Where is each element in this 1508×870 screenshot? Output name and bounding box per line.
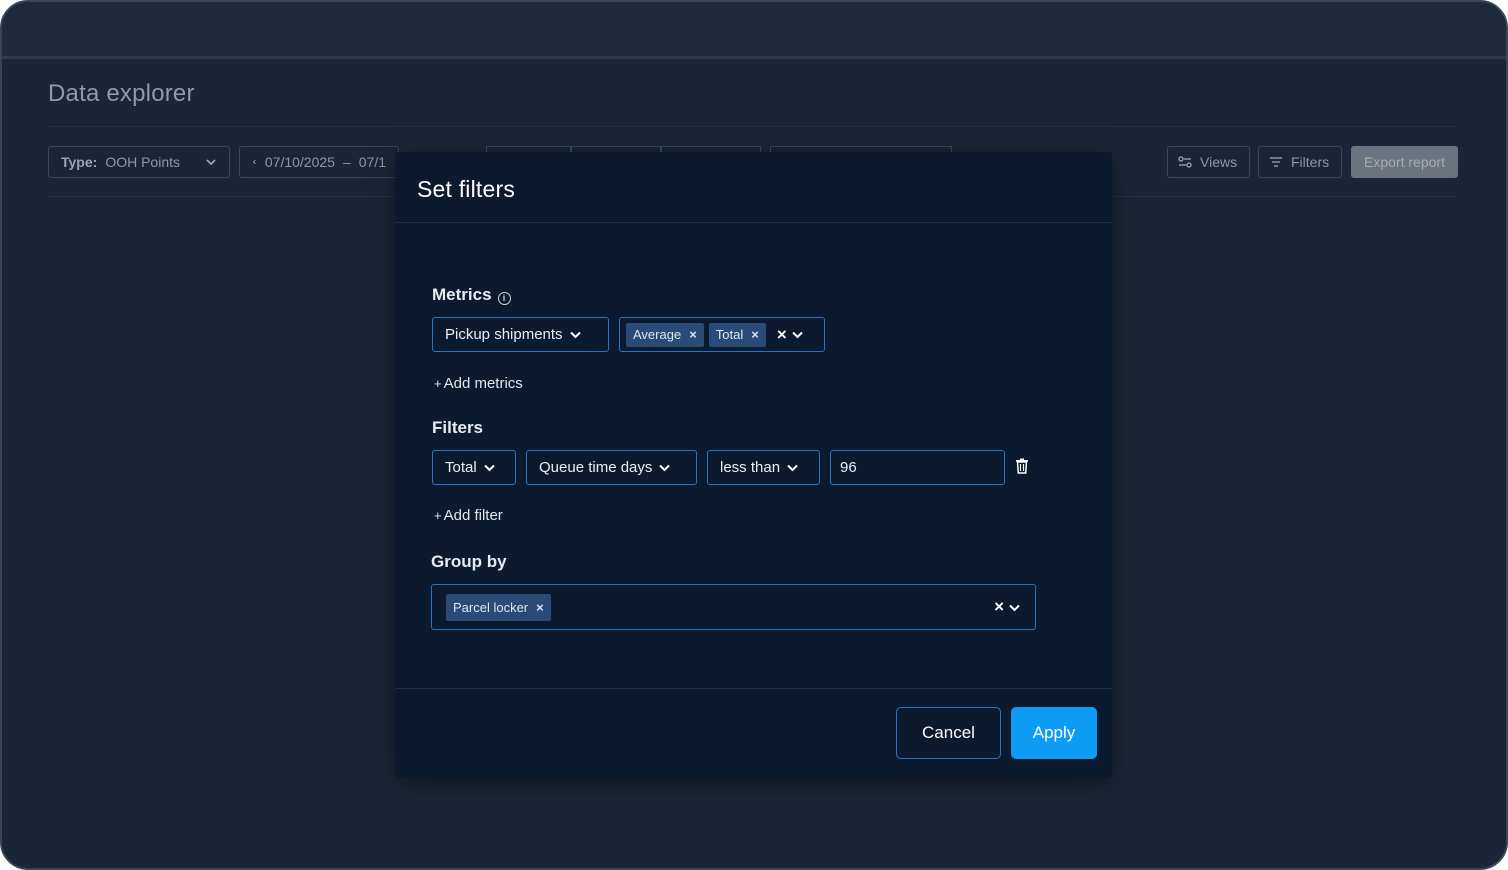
chip-label: Total	[715, 327, 744, 342]
title-divider	[48, 126, 1456, 127]
page-title: Data explorer	[48, 80, 195, 107]
add-filter-label: Add filter	[443, 507, 503, 524]
modal-footer	[395, 688, 1112, 778]
plus-icon: +	[434, 376, 442, 391]
apply-button[interactable]: Apply	[1011, 707, 1097, 759]
date-end: 07/1	[358, 154, 386, 170]
aggregation-multiselect[interactable]: Average × Total × ×	[619, 317, 825, 352]
aggregation-chip: Average ×	[626, 322, 704, 347]
filters-section-label: Filters	[432, 418, 484, 437]
filter-operator-select[interactable]: less than	[707, 450, 820, 485]
export-report-button[interactable]: Export report	[1351, 146, 1458, 178]
cancel-button[interactable]: Cancel	[896, 707, 1001, 759]
filter-lines-icon	[1270, 157, 1282, 167]
chevron-down-icon	[569, 331, 581, 339]
type-select[interactable]: Type: OOH Points	[48, 146, 230, 178]
filter-field-select[interactable]: Queue time days	[526, 450, 697, 485]
add-metrics-label: Add metrics	[443, 375, 523, 392]
filter-aggregation-value: Total	[445, 459, 477, 476]
modal-header: Set filters	[395, 152, 1112, 223]
filters-button[interactable]: Filters	[1258, 146, 1342, 178]
group-by-chip: Parcel locker ×	[446, 593, 551, 621]
filter-value: 96	[840, 459, 857, 476]
top-bar	[2, 2, 1506, 59]
set-filters-modal: Set filters Metrics i Pickup shipments Av…	[395, 152, 1112, 778]
clear-icon[interactable]: ×	[777, 325, 787, 345]
add-metrics-link[interactable]: + Add metrics	[434, 375, 523, 392]
metrics-label: Metrics	[432, 285, 492, 304]
chip-label: Average	[633, 327, 682, 342]
group-by-multiselect[interactable]: Parcel locker × ×	[431, 584, 1036, 630]
views-button[interactable]: Views	[1167, 146, 1250, 178]
date-separator: –	[342, 154, 351, 170]
clear-icon[interactable]: ×	[994, 597, 1004, 617]
chip-label: Parcel locker	[453, 599, 529, 615]
add-filter-link[interactable]: + Add filter	[434, 507, 503, 524]
remove-chip-icon[interactable]: ×	[689, 327, 697, 342]
chevron-down-icon	[483, 464, 495, 472]
chevron-down-icon[interactable]	[791, 328, 804, 341]
type-select-value: OOH Points	[105, 154, 181, 170]
chevron-down-icon	[787, 464, 798, 472]
remove-chip-icon[interactable]: ×	[751, 327, 759, 342]
filter-value-input[interactable]: 96	[830, 450, 1005, 485]
filters-label: Filters	[1291, 154, 1330, 170]
chevron-down-icon[interactable]	[1008, 601, 1021, 614]
date-start: 07/10/2025	[264, 154, 335, 170]
chevron-left-icon[interactable]	[252, 156, 257, 168]
aggregation-chip: Total ×	[708, 322, 766, 347]
group-by-section-label: Group by	[431, 552, 507, 571]
date-range-select[interactable]: 07/10/2025 – 07/1	[239, 146, 399, 178]
views-label: Views	[1200, 154, 1238, 170]
filter-operator-value: less than	[720, 459, 781, 476]
chevron-down-icon	[659, 464, 671, 472]
metrics-section-label: Metrics i	[432, 285, 511, 305]
sliders-icon	[1178, 156, 1192, 168]
plus-icon: +	[434, 508, 442, 523]
app-window: Data explorer Type: OOH Points 07/10/202…	[0, 0, 1508, 870]
trash-icon[interactable]	[1015, 458, 1029, 474]
chevron-down-icon	[206, 159, 216, 166]
filter-aggregation-select[interactable]: Total	[432, 450, 516, 485]
type-select-label: Type:	[61, 154, 98, 170]
modal-title: Set filters	[417, 176, 516, 202]
metric-select-value: Pickup shipments	[445, 326, 563, 343]
filter-field-value: Queue time days	[539, 459, 653, 476]
metric-select[interactable]: Pickup shipments	[432, 317, 609, 352]
info-icon[interactable]: i	[497, 292, 511, 305]
remove-chip-icon[interactable]: ×	[536, 600, 544, 615]
